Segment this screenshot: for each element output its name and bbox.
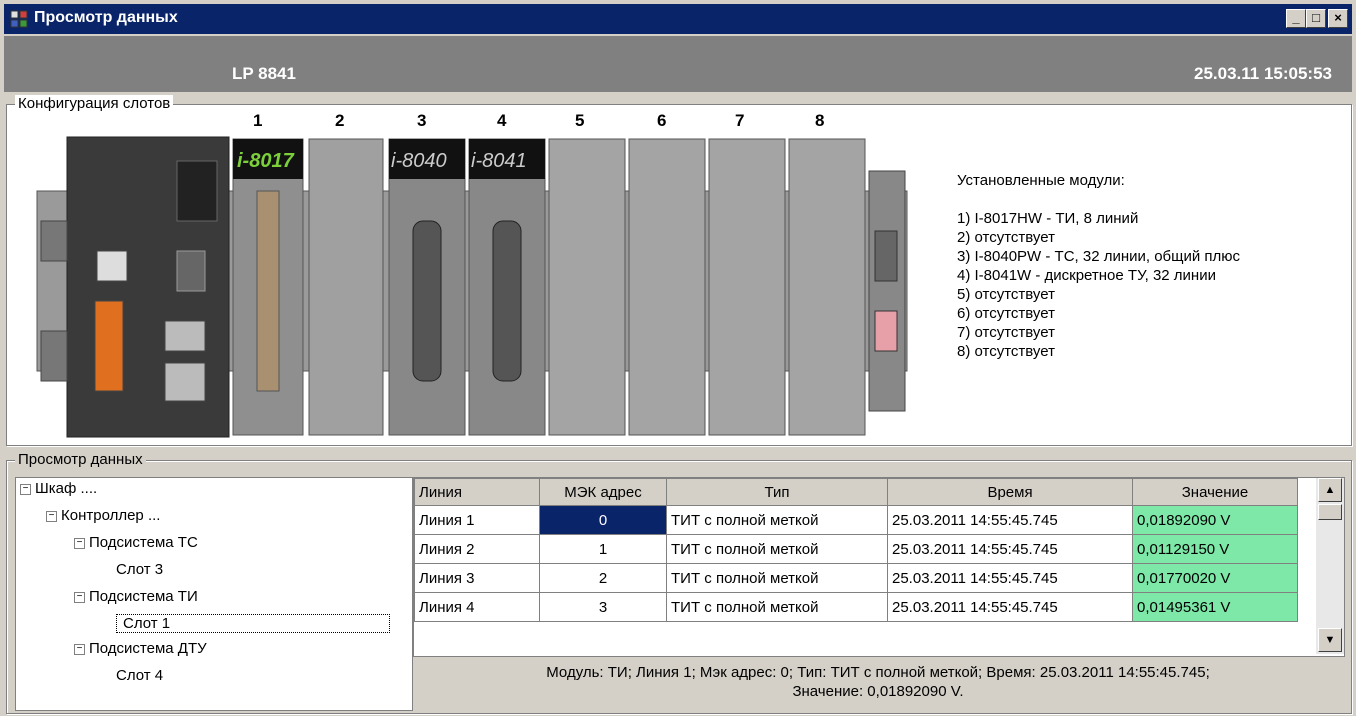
- installed-module-2: 2) отсутствует: [957, 229, 1055, 246]
- cell-value[interactable]: 0,01495361 V: [1132, 592, 1298, 622]
- device-tree[interactable]: − Шкаф .... − Контроллер ... − Подсистема Т…: [15, 477, 413, 711]
- table-row[interactable]: Линия 3 2 ТИТ с полной меткой 25.03.2011…: [414, 563, 1298, 593]
- device-header: LP 8841 25.03.11 15:05:53: [4, 36, 1352, 92]
- cell-iec-address[interactable]: 1: [539, 534, 667, 564]
- column-header-time[interactable]: Время: [887, 478, 1133, 506]
- column-header-value[interactable]: Значение: [1132, 478, 1298, 506]
- installed-module-6: 6) отсутствует: [957, 305, 1055, 322]
- slot-config-label: Конфигурация слотов: [15, 95, 174, 112]
- installed-module-4: 4) I-8041W - дискретное ТУ, 32 линии: [957, 267, 1216, 284]
- tree-node-subsystem-dtu[interactable]: − Подсистема ДТУ: [74, 640, 207, 657]
- module-label-slot1: i-8017: [237, 150, 295, 172]
- close-button[interactable]: ×: [1328, 9, 1348, 28]
- table-row[interactable]: Линия 2 1 ТИТ с полной меткой 25.03.2011…: [414, 534, 1298, 564]
- scroll-up-arrow-icon[interactable]: ▲: [1318, 478, 1342, 502]
- minimize-button[interactable]: _: [1286, 9, 1306, 28]
- cell-type[interactable]: ТИТ с полной меткой: [666, 563, 888, 593]
- cell-line[interactable]: Линия 1: [414, 505, 540, 535]
- slot-number-7: 7: [735, 111, 745, 130]
- slot-config-group: Конфигурация слотов 1 2 3 4 5 6 7 8 i-80…: [6, 95, 1352, 446]
- table-row[interactable]: Линия 1 0 ТИТ с полной меткой 25.03.2011…: [414, 505, 1298, 535]
- app-icon: [10, 10, 28, 28]
- status-line-2: Значение: 0,01892090 V.: [792, 683, 964, 700]
- cell-time[interactable]: 25.03.2011 14:55:45.745: [887, 534, 1133, 564]
- maximize-button[interactable]: □: [1306, 9, 1326, 28]
- cell-time[interactable]: 25.03.2011 14:55:45.745: [887, 563, 1133, 593]
- slot-number-5: 5: [575, 111, 585, 130]
- cell-iec-address[interactable]: 0: [539, 505, 667, 535]
- module-label-slot3: i-8040: [391, 150, 447, 172]
- cell-value[interactable]: 0,01129150 V: [1132, 534, 1298, 564]
- tree-node-controller[interactable]: − Контроллер ...: [46, 507, 160, 524]
- column-header-line[interactable]: Линия: [414, 478, 540, 506]
- installed-modules: Установленные модули: 1) I-8017HW - ТИ, …: [957, 171, 1240, 361]
- selection-status: Модуль: ТИ; Линия 1; Мэк адрес: 0; Тип: …: [413, 657, 1343, 709]
- main-window: Просмотр данных _ □ × LP 8841 25.03.11 1…: [0, 0, 1356, 716]
- data-table: Линия МЭК адрес Тип Время Значение Линия…: [414, 478, 1298, 622]
- status-line-1: Модуль: ТИ; Линия 1; Мэк адрес: 0; Тип: …: [546, 664, 1210, 681]
- installed-modules-title: Установленные модули:: [957, 172, 1125, 189]
- window-title: Просмотр данных: [34, 9, 178, 26]
- installed-module-3: 3) I-8040PW - ТС, 32 линии, общий плюс: [957, 248, 1241, 265]
- installed-module-1: 1) I-8017HW - ТИ, 8 линий: [957, 210, 1139, 227]
- current-datetime: 25.03.11 15:05:53: [1193, 64, 1332, 83]
- collapse-icon[interactable]: −: [74, 591, 85, 603]
- scroll-down-arrow-icon[interactable]: ▼: [1318, 628, 1342, 652]
- cell-type[interactable]: ТИТ с полной меткой: [666, 592, 888, 622]
- column-header-iec-address[interactable]: МЭК адрес: [539, 478, 667, 506]
- slot-number-1: 1: [253, 111, 263, 130]
- column-header-type[interactable]: Тип: [666, 478, 888, 506]
- cell-type[interactable]: ТИТ с полной меткой: [666, 534, 888, 564]
- data-view-group: Просмотр данных − Шкаф .... − Контроллер .…: [6, 451, 1352, 714]
- cell-iec-address[interactable]: 2: [539, 563, 667, 593]
- collapse-icon[interactable]: −: [46, 510, 57, 522]
- cell-iec-address[interactable]: 3: [539, 592, 667, 622]
- installed-module-7: 7) отсутствует: [957, 324, 1055, 341]
- module-label-slot4: i-8041: [471, 150, 527, 172]
- scroll-thumb[interactable]: [1318, 504, 1342, 520]
- slot-number-6: 6: [657, 111, 667, 130]
- cell-time[interactable]: 25.03.2011 14:55:45.745: [887, 505, 1133, 535]
- tree-node-slot-3[interactable]: Слот 3: [116, 561, 163, 578]
- cell-time[interactable]: 25.03.2011 14:55:45.745: [887, 592, 1133, 622]
- tree-node-slot-4[interactable]: Слот 4: [116, 667, 163, 684]
- cell-line[interactable]: Линия 3: [414, 563, 540, 593]
- slot-number-2: 2: [335, 111, 345, 130]
- cell-type[interactable]: ТИТ с полной меткой: [666, 505, 888, 535]
- tree-node-subsystem-ti[interactable]: − Подсистема ТИ: [74, 588, 198, 605]
- slot-number-3: 3: [417, 111, 427, 130]
- cell-line[interactable]: Линия 4: [414, 592, 540, 622]
- tree-node-slot-1[interactable]: Слот 1: [116, 614, 406, 633]
- collapse-icon[interactable]: −: [74, 643, 85, 655]
- cell-value[interactable]: 0,01770020 V: [1132, 563, 1298, 593]
- cell-line[interactable]: Линия 2: [414, 534, 540, 564]
- controller-illustration[interactable]: i-8017 i-8040 i-8041: [27, 131, 927, 441]
- title-bar[interactable]: Просмотр данных _ □ ×: [4, 4, 1352, 34]
- tree-node-subsystem-ts[interactable]: − Подсистема ТС: [74, 534, 198, 551]
- slot-number-4: 4: [497, 111, 507, 130]
- tree-node-cabinet[interactable]: − Шкаф ....: [20, 480, 97, 497]
- installed-module-8: 8) отсутствует: [957, 343, 1055, 360]
- data-view-label: Просмотр данных: [15, 451, 146, 468]
- installed-module-5: 5) отсутствует: [957, 286, 1055, 303]
- collapse-icon[interactable]: −: [74, 537, 85, 549]
- vertical-scrollbar[interactable]: ▲ ▼: [1316, 478, 1344, 654]
- table-row[interactable]: Линия 4 3 ТИТ с полной меткой 25.03.2011…: [414, 592, 1298, 622]
- device-name: LP 8841: [232, 64, 296, 83]
- cell-value[interactable]: 0,01892090 V: [1132, 505, 1298, 535]
- slot-number-8: 8: [815, 111, 825, 130]
- data-grid[interactable]: Линия МЭК адрес Тип Время Значение Линия…: [413, 477, 1345, 657]
- collapse-icon[interactable]: −: [20, 483, 31, 495]
